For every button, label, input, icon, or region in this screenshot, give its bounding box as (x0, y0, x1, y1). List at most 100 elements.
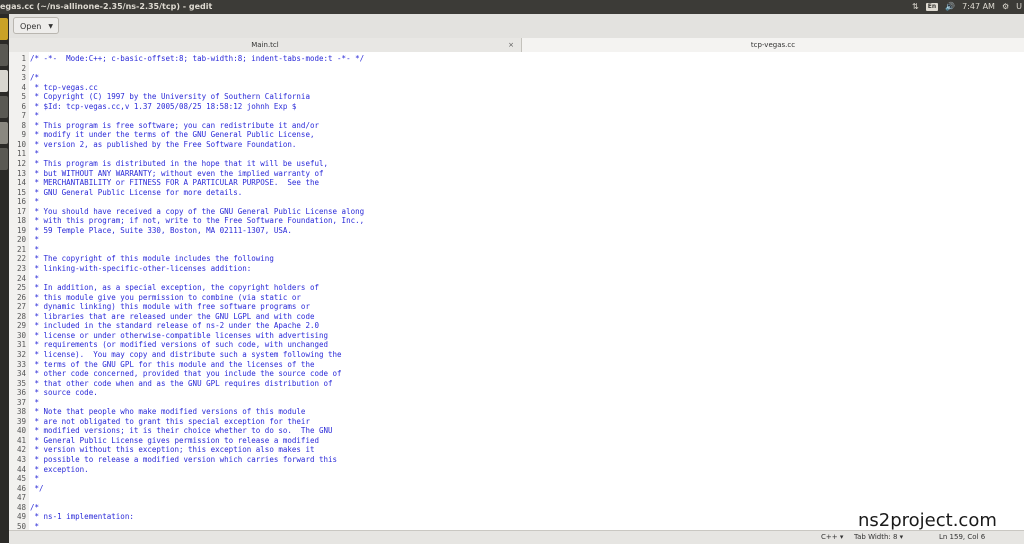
code-line[interactable]: 42 * version without this exception; thi… (9, 445, 1009, 455)
code-line[interactable]: 29 * included in the standard release of… (9, 321, 1009, 331)
line-text: /* (30, 73, 40, 83)
line-number: 29 (16, 321, 26, 331)
code-line[interactable]: 27 * dynamic linking) this module with f… (9, 302, 1009, 312)
launcher-app-icon[interactable] (0, 148, 8, 170)
line-number: 35 (16, 378, 26, 388)
line-number: 11 (16, 149, 26, 159)
code-line[interactable]: 31 * requirements (or modified versions … (9, 340, 1009, 350)
code-line[interactable]: 32 * license). You may copy and distribu… (9, 350, 1009, 360)
line-text: * version 2, as published by the Free So… (30, 139, 297, 149)
line-number: 38 (16, 407, 26, 417)
code-line[interactable]: 34 * other code concerned, provided that… (9, 369, 1009, 379)
code-line[interactable]: 3 /* (9, 73, 1009, 83)
line-number: 36 (16, 388, 26, 398)
code-line[interactable]: 13 * but WITHOUT ANY WARRANTY; without e… (9, 169, 1009, 179)
line-text: * license or under otherwise-compatible … (30, 330, 329, 340)
code-line[interactable]: 5 * Copyright (C) 1997 by the University… (9, 92, 1009, 102)
line-text: * (30, 397, 40, 407)
line-text: * tcp-vegas.cc (30, 82, 98, 92)
open-button-label: Open (20, 22, 42, 31)
code-line[interactable]: 35 * that other code when and as the GNU… (9, 379, 1009, 389)
line-number: 22 (16, 254, 26, 264)
tab-label: Main.tcl (251, 41, 279, 49)
code-line[interactable]: 17 * You should have received a copy of … (9, 207, 1009, 217)
line-number: 24 (16, 273, 26, 283)
volume-icon[interactable]: 🔊 (945, 0, 955, 14)
code-line[interactable]: 26 * this module give you permission to … (9, 293, 1009, 303)
line-number: 42 (16, 445, 26, 455)
code-line[interactable]: 1 /* -*- Mode:C++; c-basic-offset:8; tab-… (9, 54, 1009, 64)
line-number: 41 (16, 435, 26, 445)
code-line[interactable]: 45 * (9, 474, 1009, 484)
code-line[interactable]: 14 * MERCHANTABILITY or FITNESS FOR A PA… (9, 178, 1009, 188)
code-line[interactable]: 30 * license or under otherwise-compatib… (9, 331, 1009, 341)
code-line[interactable]: 33 * terms of the GNU GPL for this modul… (9, 360, 1009, 370)
code-line[interactable]: 39 * are not obligated to grant this spe… (9, 417, 1009, 427)
line-number: 12 (16, 159, 26, 169)
line-text: * MERCHANTABILITY or FITNESS FOR A PARTI… (30, 178, 319, 188)
language-selector[interactable]: C++ ▾ (821, 531, 843, 544)
code-line[interactable]: 46 */ (9, 484, 1009, 494)
code-line[interactable]: 12 * This program is distributed in the … (9, 159, 1009, 169)
line-text: * In addition, as a special exception, t… (30, 283, 319, 293)
tab-main-tcl[interactable]: Main.tcl × (9, 38, 522, 52)
code-line[interactable]: 28 * libraries that are released under t… (9, 312, 1009, 322)
line-number: 34 (16, 369, 26, 379)
line-number: 6 (21, 101, 26, 111)
code-line[interactable]: 16 * (9, 197, 1009, 207)
code-line[interactable]: 20 * (9, 235, 1009, 245)
tab-tcp-vegas-cc[interactable]: tcp-vegas.cc (522, 38, 1024, 52)
code-line[interactable]: 21 * (9, 245, 1009, 255)
line-number: 40 (16, 426, 26, 436)
line-number: 23 (16, 264, 26, 274)
tab-width-selector[interactable]: Tab Width: 8 ▾ (854, 531, 903, 544)
launcher-app-icon[interactable] (0, 122, 8, 144)
text-editor[interactable]: 1 /* -*- Mode:C++; c-basic-offset:8; tab-… (9, 52, 1024, 530)
window-title: egas.cc (~/ns-allinone-2.35/ns-2.35/tcp)… (0, 2, 213, 11)
code-line[interactable]: 8 * This program is free software; you c… (9, 121, 1009, 131)
code-line[interactable]: 38 * Note that people who make modified … (9, 407, 1009, 417)
line-text: * (30, 149, 40, 159)
network-arrows-icon[interactable]: ⇅ (912, 0, 919, 14)
gear-icon[interactable]: ⚙ (1002, 0, 1009, 14)
code-line[interactable]: 2 (9, 64, 1009, 74)
code-line[interactable]: 22 * The copyright of this module includ… (9, 254, 1009, 264)
code-line[interactable]: 43 * possible to release a modified vers… (9, 455, 1009, 465)
open-button[interactable]: Open ▼ (13, 17, 59, 34)
code-line[interactable]: 44 * exception. (9, 465, 1009, 475)
line-number: 39 (16, 416, 26, 426)
code-line[interactable]: 7 * (9, 111, 1009, 121)
launcher-app-icon[interactable] (0, 96, 8, 118)
code-line[interactable]: 10 * version 2, as published by the Free… (9, 140, 1009, 150)
code-line[interactable]: 24 * (9, 274, 1009, 284)
cursor-position: Ln 159, Col 6 (939, 533, 986, 541)
code-line[interactable]: 40 * modified versions; it is their choi… (9, 426, 1009, 436)
user-indicator[interactable]: U (1016, 0, 1022, 14)
line-text: */ (30, 483, 44, 493)
line-number: 44 (16, 464, 26, 474)
keyboard-layout-indicator[interactable]: En (925, 3, 939, 11)
code-line[interactable]: 9 * modify it under the terms of the GNU… (9, 130, 1009, 140)
code-line[interactable]: 6 * $Id: tcp-vegas.cc,v 1.37 2005/08/25 … (9, 102, 1009, 112)
code-line[interactable]: 11 * (9, 149, 1009, 159)
code-line[interactable]: 23 * linking-with-specific-other-license… (9, 264, 1009, 274)
line-number: 15 (16, 187, 26, 197)
line-number: 8 (21, 120, 26, 130)
code-line[interactable]: 25 * In addition, as a special exception… (9, 283, 1009, 293)
code-line[interactable]: 36 * source code. (9, 388, 1009, 398)
code-line[interactable]: 18 * with this program; if not, write to… (9, 216, 1009, 226)
line-number: 1 (21, 54, 26, 63)
close-icon[interactable]: × (508, 38, 514, 52)
launcher-app-icon[interactable] (0, 18, 8, 40)
tab-label: tcp-vegas.cc (750, 41, 796, 49)
code-line[interactable]: 19 * 59 Temple Place, Suite 330, Boston,… (9, 226, 1009, 236)
code-line[interactable]: 37 * (9, 398, 1009, 408)
line-number: 31 (16, 340, 26, 350)
code-line[interactable]: 15 * GNU General Public License for more… (9, 188, 1009, 198)
code-line[interactable]: 41 * General Public License gives permis… (9, 436, 1009, 446)
code-line[interactable]: 4 * tcp-vegas.cc (9, 83, 1009, 93)
launcher-app-icon[interactable] (0, 70, 8, 92)
launcher-app-icon[interactable] (0, 44, 8, 66)
clock[interactable]: 7:47 AM (962, 0, 995, 14)
code-line[interactable]: 47 (9, 493, 1009, 503)
